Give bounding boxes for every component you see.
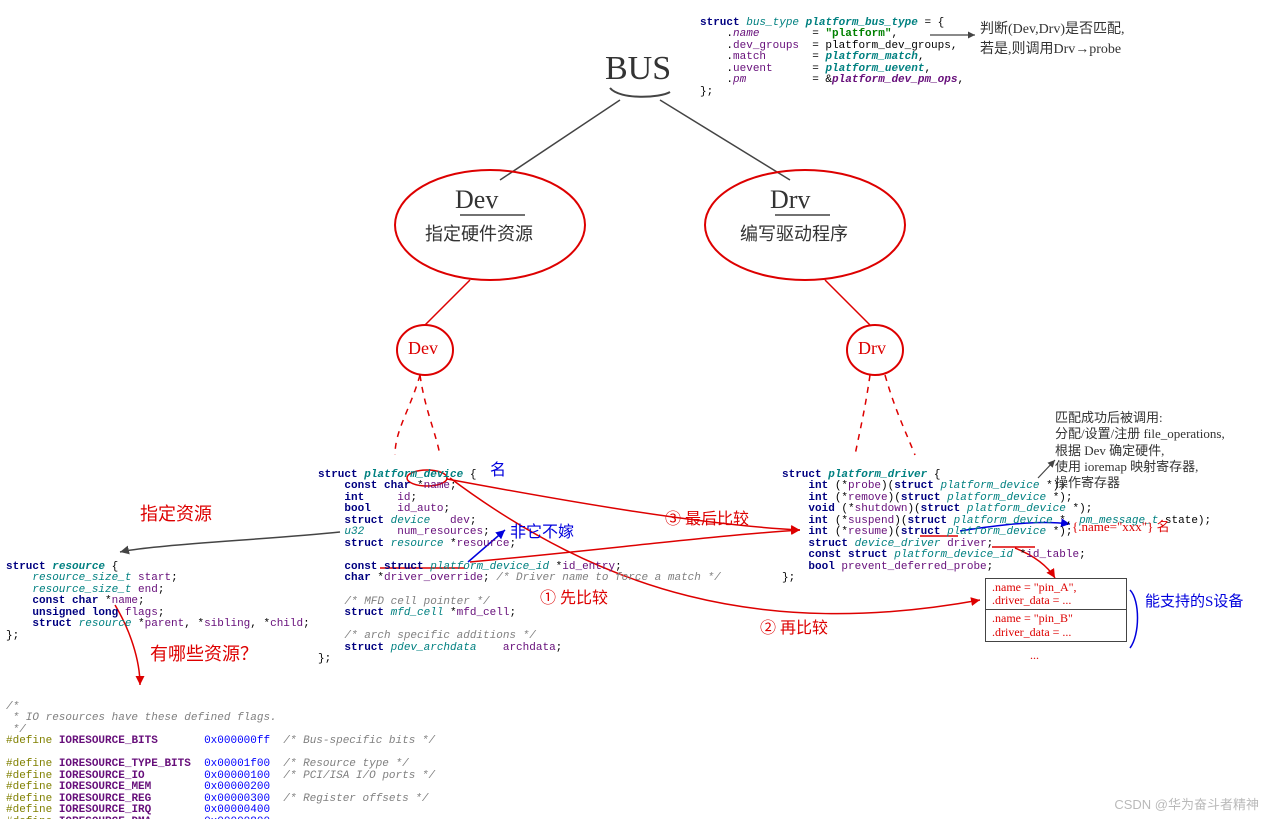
probe-note-l3: 根据 Dev 确定硬件, bbox=[1055, 443, 1225, 459]
drv-sub: 编写驱动程序 bbox=[740, 220, 848, 246]
id-ell: ... bbox=[1030, 648, 1039, 663]
resource-code: struct resource { resource_size_t start;… bbox=[6, 550, 310, 642]
id-table-box: .name = "pin_A", .driver_data = ... .nam… bbox=[985, 578, 1127, 642]
resource-question: 有哪些资源？ bbox=[150, 640, 258, 666]
id-row-2b: .driver_data = ... bbox=[992, 626, 1120, 639]
table-row: .name = "pin_B" .driver_data = ... bbox=[986, 610, 1126, 640]
watermark: CSDN @华为奋斗者精神 bbox=[1114, 794, 1259, 813]
probe-note-l4: 使用 ioremap 映射寄存器, bbox=[1055, 459, 1225, 475]
probe-note-l5: 操作寄存器 bbox=[1055, 475, 1225, 491]
dev-small: Dev bbox=[408, 338, 438, 359]
match-note: 判断(Dev,Drv)是否匹配, 若是,则调用Drv→probe bbox=[980, 18, 1125, 58]
id-row-1b: .driver_data = ... bbox=[992, 594, 1120, 607]
id-row-2a: .name = "pin_B" bbox=[992, 612, 1120, 625]
drv-small: Drv bbox=[858, 338, 886, 359]
dev-label: Dev bbox=[455, 185, 498, 215]
compare-1: ② 再比较 bbox=[760, 614, 828, 638]
probe-note: 匹配成功后被调用: 分配/设置/注册 file_operations, 根据 D… bbox=[1055, 410, 1225, 491]
driver-hint: {.name="xxx"} 名 bbox=[1072, 516, 1170, 535]
table-note: 能支持的S设备 bbox=[1145, 590, 1243, 611]
drv-label: Drv bbox=[770, 185, 810, 215]
probe-note-l2: 分配/设置/注册 file_operations, bbox=[1055, 426, 1225, 442]
pd-override-note: 非它不嫁 bbox=[510, 518, 574, 542]
match-note-l1: 判断(Dev,Drv)是否匹配, bbox=[980, 18, 1125, 38]
resource-note: 指定资源 bbox=[140, 500, 212, 526]
io-macros: /* * IO resources have these defined fla… bbox=[6, 690, 435, 819]
platform-device-code: struct platform_device { const char *nam… bbox=[318, 458, 721, 666]
compare-0: ① 先比较 bbox=[540, 584, 608, 608]
table-row: .name = "pin_A", .driver_data = ... bbox=[986, 579, 1126, 610]
bus-label: BUS bbox=[605, 50, 671, 88]
bus-type-code: struct bus_type platform_bus_type = { .n… bbox=[700, 6, 964, 98]
match-note-l2: 若是,则调用Drv→probe bbox=[980, 38, 1125, 58]
pd-name-mark: 名 bbox=[490, 456, 506, 480]
driver-hint-text: {.name="xxx"} 名 bbox=[1072, 519, 1170, 534]
dev-sub: 指定硬件资源 bbox=[425, 220, 533, 246]
probe-note-l1: 匹配成功后被调用: bbox=[1055, 410, 1225, 426]
compare-2: ③ 最后比较 bbox=[665, 505, 749, 529]
